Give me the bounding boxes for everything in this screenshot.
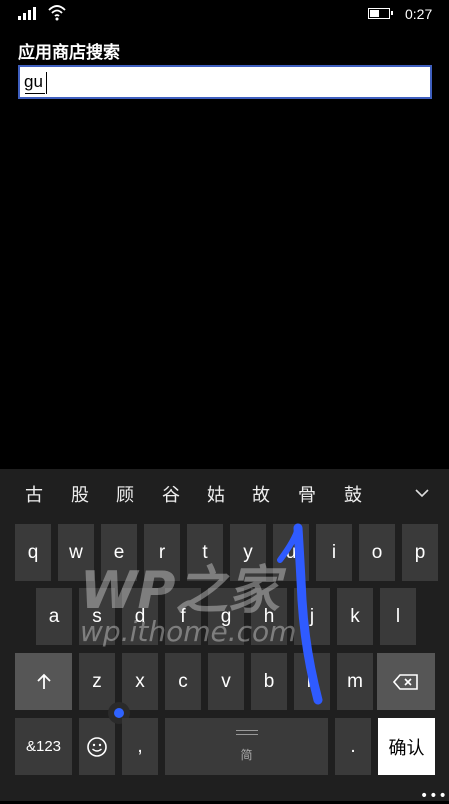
key-m[interactable]: m [337,653,373,710]
arrow-up-icon [36,673,51,689]
key-label: t [202,541,208,563]
key-label: z [92,670,102,692]
key-label: f [180,605,186,627]
candidate-item[interactable]: 故 [252,481,270,507]
key-label: j [309,605,315,627]
key-h[interactable]: h [251,588,287,645]
battery-icon [368,8,393,19]
key-z[interactable]: z [79,653,115,710]
search-input[interactable] [24,70,422,94]
period-key-label: . [350,735,356,757]
status-bar: 0:27 [0,0,449,30]
composition-underline [25,93,45,94]
candidate-item[interactable]: 顾 [116,481,134,507]
key-l[interactable]: l [380,588,416,645]
key-label: d [134,605,146,627]
shift-key[interactable] [15,653,72,710]
key-label: g [220,605,232,627]
key-label: i [331,541,337,563]
key-r[interactable]: r [144,524,180,581]
candidate-item[interactable]: 古 [25,481,43,507]
emoji-key[interactable] [79,718,115,775]
more-options-icon[interactable]: ••• [420,788,448,804]
key-label: q [27,541,39,563]
chevron-down-icon[interactable] [414,487,430,499]
key-o[interactable]: o [359,524,395,581]
key-label: l [395,605,401,627]
search-box[interactable] [18,65,432,99]
comma-key[interactable]: , [122,718,158,775]
numbers-key[interactable]: &123 [15,718,72,775]
numbers-key-label: &123 [25,738,62,755]
key-label: x [135,670,145,692]
key-d[interactable]: d [122,588,158,645]
space-key-label: 简 [240,748,253,762]
key-label: p [414,541,426,563]
key-label: c [178,670,188,692]
key-y[interactable]: y [230,524,266,581]
candidate-item[interactable]: 姑 [207,481,225,507]
key-label: y [243,541,253,563]
key-g[interactable]: g [208,588,244,645]
candidate-bar: 古 股 顾 谷 姑 故 骨 鼓 [0,469,449,517]
key-q[interactable]: q [15,524,51,581]
candidate-item[interactable]: 谷 [162,481,180,507]
backspace-icon [393,673,418,690]
key-c[interactable]: c [165,653,201,710]
key-k[interactable]: k [337,588,373,645]
candidate-item[interactable]: 鼓 [344,481,362,507]
key-label: u [285,541,297,563]
key-p[interactable]: p [402,524,438,581]
key-b[interactable]: b [251,653,287,710]
key-v[interactable]: v [208,653,244,710]
key-f[interactable]: f [165,588,201,645]
signal-icon [18,6,40,20]
comma-key-label: , [137,735,143,757]
space-icon [235,730,258,738]
key-label: n [306,670,318,692]
key-i[interactable]: i [316,524,352,581]
wifi-icon [48,5,66,21]
key-label: e [113,541,125,563]
candidate-item[interactable]: 骨 [298,481,316,507]
key-t[interactable]: t [187,524,223,581]
smiley-icon [87,736,107,757]
clock: 0:27 [405,6,433,22]
key-label: o [371,541,383,563]
key-label: v [221,670,231,692]
key-u[interactable]: u [273,524,309,581]
key-label: a [48,605,60,627]
candidate-item[interactable]: 股 [71,481,89,507]
confirm-button[interactable]: 确认 [378,718,435,775]
key-label: r [158,541,166,563]
key-n[interactable]: n [294,653,330,710]
key-s[interactable]: s [79,588,115,645]
key-x[interactable]: x [122,653,158,710]
confirm-button-label: 确认 [388,737,425,759]
space-key[interactable]: 简 [165,718,328,775]
key-j[interactable]: j [294,588,330,645]
key-w[interactable]: w [58,524,94,581]
page-title: 应用商店搜索 [18,43,120,63]
key-a[interactable]: a [36,588,72,645]
key-label: b [263,670,275,692]
text-caret [46,72,47,94]
key-label: h [263,605,275,627]
key-label: w [69,541,83,563]
backspace-key[interactable] [377,653,435,710]
key-label: k [350,605,360,627]
period-key[interactable]: . [335,718,371,775]
key-e[interactable]: e [101,524,137,581]
key-label: m [347,670,363,692]
key-label: s [92,605,102,627]
